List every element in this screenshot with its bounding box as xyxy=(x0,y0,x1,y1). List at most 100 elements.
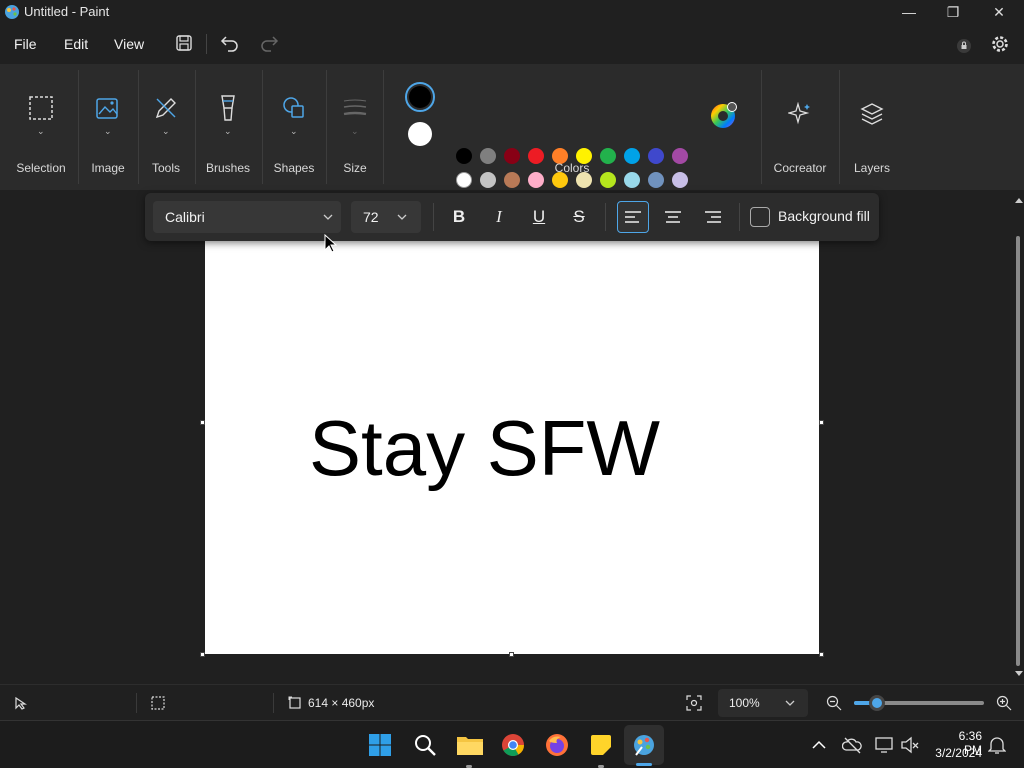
selection-tool-button[interactable]: ⌄ xyxy=(10,84,72,144)
layers-button[interactable] xyxy=(844,84,900,144)
restore-icon: ❐ xyxy=(946,3,960,20)
font-family-dropdown[interactable]: Calibri xyxy=(153,201,341,233)
network-display-icon[interactable] xyxy=(874,735,894,755)
taskbar-clock-date[interactable]: 3/2/2024 xyxy=(928,746,982,760)
strikethrough-icon: S xyxy=(573,207,585,226)
cocreator-label: Cocreator xyxy=(773,161,827,175)
primary-color-button[interactable] xyxy=(405,82,435,112)
colors-label: Colors xyxy=(554,161,590,175)
chevron-down-icon xyxy=(785,700,795,706)
paint-app-icon xyxy=(5,5,19,19)
size-label: Size xyxy=(343,161,367,175)
firefox-browser-icon[interactable] xyxy=(545,733,569,757)
status-divider xyxy=(273,693,274,713)
chevron-down-icon: ⌄ xyxy=(162,126,170,136)
background-fill-label: Background fill xyxy=(778,208,870,224)
bold-button[interactable]: B xyxy=(443,201,475,233)
volume-muted-icon[interactable] xyxy=(900,735,920,755)
secondary-color-button[interactable] xyxy=(408,122,432,146)
tools-pencil-icon xyxy=(155,98,176,119)
font-size-value: 72 xyxy=(363,209,379,225)
canvas-text-box[interactable]: Stay SFW xyxy=(309,403,660,494)
underline-button[interactable]: U xyxy=(523,201,555,233)
text-formatting-toolbar: Calibri 72 B I U S Background fill xyxy=(145,193,879,241)
resize-handle-bottom[interactable] xyxy=(509,652,514,657)
align-left-button[interactable] xyxy=(617,201,649,233)
tools-button[interactable]: ⌄ xyxy=(143,84,189,144)
menu-view[interactable]: View xyxy=(114,36,144,52)
italic-icon: I xyxy=(496,207,502,226)
vertical-scrollbar[interactable] xyxy=(1013,196,1024,680)
strikethrough-button[interactable]: S xyxy=(563,201,595,233)
account-icon[interactable] xyxy=(956,38,972,54)
align-right-button[interactable] xyxy=(697,201,729,233)
cocreator-button[interactable] xyxy=(768,84,832,144)
canvas-size-icon xyxy=(288,696,301,709)
bold-icon: B xyxy=(452,207,466,226)
status-divider xyxy=(136,693,137,713)
zoom-slider[interactable] xyxy=(854,695,984,711)
scroll-down-arrow-icon[interactable] xyxy=(1014,670,1024,678)
settings-gear-icon[interactable] xyxy=(990,34,1010,54)
toolbar-divider xyxy=(605,203,606,231)
minimize-icon: — xyxy=(902,4,916,20)
notification-bell-icon[interactable] xyxy=(988,735,1006,755)
paint-app-icon xyxy=(634,735,654,756)
menu-file[interactable]: File xyxy=(14,36,37,52)
canvas-dimensions: 614 × 460px xyxy=(308,696,375,710)
align-center-button[interactable] xyxy=(657,201,689,233)
active-app-indicator xyxy=(636,763,652,766)
search-icon[interactable] xyxy=(413,733,437,757)
file-explorer-icon[interactable] xyxy=(456,733,484,757)
fit-to-window-icon[interactable] xyxy=(686,695,702,711)
color-wheel-icon[interactable] xyxy=(710,102,738,130)
paint-taskbar-button[interactable] xyxy=(624,725,664,766)
toolbar-divider xyxy=(433,203,434,231)
font-family-value: Calibri xyxy=(165,209,205,225)
resize-handle-bottom-left[interactable] xyxy=(200,652,205,657)
image-tool-button[interactable]: ⌄ xyxy=(84,84,132,144)
italic-button[interactable]: I xyxy=(483,201,515,233)
background-fill-checkbox[interactable] xyxy=(750,207,770,227)
size-button: ⌄ xyxy=(330,84,380,144)
show-hidden-icons-chevron-icon[interactable] xyxy=(812,739,826,751)
drawing-canvas[interactable]: Stay SFW xyxy=(205,241,819,654)
toolbar-divider xyxy=(739,203,740,231)
size-lines-icon xyxy=(343,99,367,116)
redo-icon[interactable] xyxy=(259,33,279,53)
scroll-up-arrow-icon[interactable] xyxy=(1014,196,1024,204)
menu-edit[interactable]: Edit xyxy=(64,36,88,52)
resize-handle-right[interactable] xyxy=(819,420,824,425)
zoom-level-dropdown[interactable]: 100% xyxy=(718,689,808,717)
font-size-dropdown[interactable]: 72 xyxy=(351,201,421,233)
onedrive-offline-icon[interactable] xyxy=(842,735,862,755)
windows-start-icon[interactable] xyxy=(368,733,392,757)
scrollbar-thumb[interactable] xyxy=(1016,236,1020,666)
chrome-browser-icon[interactable] xyxy=(501,733,525,757)
resize-handle-left[interactable] xyxy=(200,420,205,425)
chevron-down-icon: ⌄ xyxy=(37,126,45,136)
brushes-button[interactable]: ⌄ xyxy=(200,84,256,144)
close-button[interactable]: ✕ xyxy=(976,0,1022,24)
zoom-out-icon[interactable] xyxy=(826,695,842,711)
close-icon: ✕ xyxy=(993,3,1005,20)
undo-icon[interactable] xyxy=(220,33,240,53)
shapes-button[interactable]: ⌄ xyxy=(268,84,320,144)
window-title: Untitled - Paint xyxy=(24,4,110,19)
minimize-button[interactable]: — xyxy=(886,0,932,24)
chevron-down-icon: ⌄ xyxy=(351,126,359,136)
restore-button[interactable]: ❐ xyxy=(930,0,976,24)
chevron-down-icon: ⌄ xyxy=(104,126,112,136)
underline-icon: U xyxy=(532,207,546,226)
shapes-icon xyxy=(283,97,304,118)
primary-color-swatch xyxy=(409,86,431,108)
zoom-in-icon[interactable] xyxy=(996,695,1012,711)
menu-divider xyxy=(206,34,207,54)
save-icon[interactable] xyxy=(175,34,193,52)
ribbon-divider xyxy=(383,70,384,184)
sticky-notes-icon[interactable] xyxy=(589,733,613,757)
shapes-label: Shapes xyxy=(273,161,315,175)
image-label: Image xyxy=(91,161,125,175)
resize-handle-bottom-right[interactable] xyxy=(819,652,824,657)
zoom-slider-thumb[interactable] xyxy=(869,695,886,711)
